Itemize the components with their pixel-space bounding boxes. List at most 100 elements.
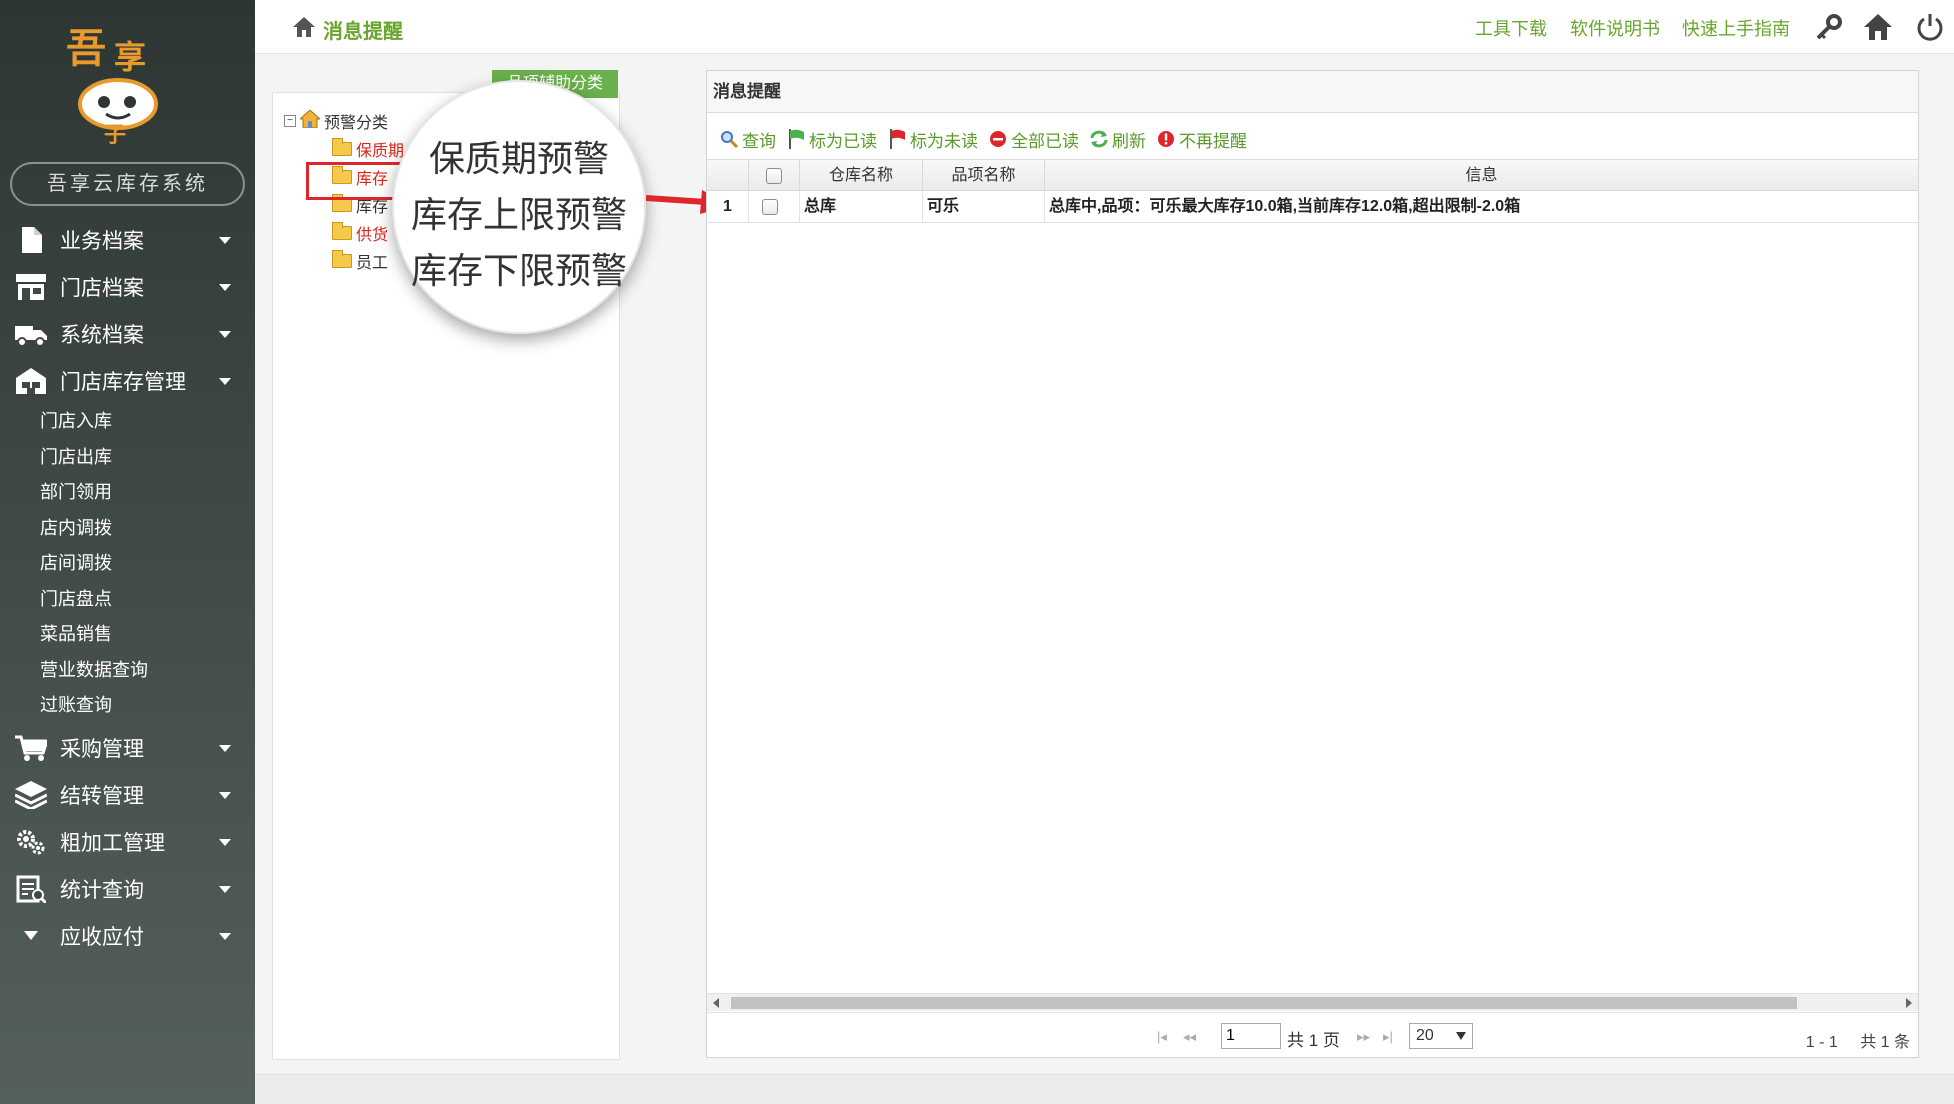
tree-node-label: 供货 <box>356 227 389 244</box>
menu-receivable-payable[interactable]: 应收应付 <box>0 913 255 959</box>
refresh-icon <box>1089 129 1109 149</box>
system-name: 吾享云库存系统 <box>10 162 245 206</box>
submenu-business-data-query[interactable]: 营业数据查询 <box>40 655 148 685</box>
svg-text:享: 享 <box>114 38 146 76</box>
dropdown-arrow-icon <box>1456 1032 1466 1040</box>
submenu-in-store-transfer[interactable]: 店内调拨 <box>40 513 112 543</box>
record-range: 1 - 1 <box>1805 1034 1838 1051</box>
scroll-right-icon[interactable] <box>1906 998 1912 1008</box>
scrollbar-thumb[interactable] <box>731 997 1797 1009</box>
menu-statistics[interactable]: 统计查询 <box>0 866 255 912</box>
grid-toolbar: 查询 标为已读 标为未读 全部已读 刷新 不再提醒 <box>719 125 1257 153</box>
mark-unread-button[interactable]: 标为未读 <box>887 127 978 152</box>
horizontal-scrollbar[interactable] <box>707 993 1918 1011</box>
chevron-down-icon <box>219 885 231 893</box>
menu-label: 系统档案 <box>60 324 144 347</box>
menu-label: 门店库存管理 <box>60 371 186 394</box>
sidebar: 吾 享 子 吾享云库存系统 业务档案 门店档案 系统档案 门店库存管理 门店入库… <box>0 0 255 1104</box>
last-page-icon[interactable]: ▸| <box>1383 1029 1393 1045</box>
refresh-label: 刷新 <box>1112 131 1146 151</box>
message-grid-panel: 消息提醒 查询 标为已读 标为未读 全部已读 刷新 不再提醒 仓库名称 品项名称… <box>706 70 1919 1058</box>
refresh-button[interactable]: 刷新 <box>1089 127 1146 152</box>
menu-label: 结转管理 <box>60 785 144 808</box>
folder-icon <box>332 222 352 240</box>
triangle-down-icon <box>14 921 48 951</box>
page-size-select[interactable]: 20 <box>1409 1023 1473 1049</box>
gears-icon <box>14 827 48 857</box>
tree-node-staff[interactable]: 员工 <box>332 249 388 273</box>
chevron-down-icon <box>219 377 231 385</box>
first-page-icon[interactable]: |◂ <box>1157 1029 1167 1045</box>
tree-node-supply[interactable]: 供货 <box>332 221 388 245</box>
no-more-remind-button[interactable]: 不再提醒 <box>1156 127 1247 152</box>
key-icon[interactable] <box>1812 10 1846 44</box>
query-button-label: 查询 <box>742 131 776 151</box>
power-icon[interactable] <box>1913 10 1947 44</box>
menu-business-archive[interactable]: 业务档案 <box>0 217 255 263</box>
tree-root-label: 预警分类 <box>324 115 389 132</box>
submenu-posting-query[interactable]: 过账查询 <box>40 690 112 720</box>
minus-circle-icon <box>988 129 1008 149</box>
green-flag-icon <box>786 129 806 149</box>
mark-unread-label: 标为未读 <box>910 131 978 151</box>
cart-icon <box>14 733 48 763</box>
home-icon[interactable] <box>1861 10 1895 44</box>
mark-all-read-button[interactable]: 全部已读 <box>988 127 1079 152</box>
grid-header: 仓库名称 品项名称 信息 <box>707 159 1918 192</box>
submenu-dept-requisition[interactable]: 部门领用 <box>40 477 112 507</box>
menu-purchase[interactable]: 采购管理 <box>0 725 255 771</box>
search-icon <box>719 129 739 149</box>
header-checkbox-cell <box>749 160 800 192</box>
menu-label: 统计查询 <box>60 879 144 902</box>
warehouse-icon <box>14 366 48 396</box>
menu-label: 采购管理 <box>60 738 144 761</box>
header-message[interactable]: 信息 <box>1045 160 1918 192</box>
header-rownum <box>707 160 749 192</box>
topbar: 消息提醒 工具下载 软件说明书 快速上手指南 <box>255 0 1954 54</box>
prev-page-icon[interactable]: ◂◂ <box>1183 1029 1196 1045</box>
tool-download-link[interactable]: 工具下载 <box>1475 15 1547 41</box>
menu-label: 门店档案 <box>60 277 144 300</box>
header-item[interactable]: 品项名称 <box>923 160 1045 192</box>
select-all-checkbox[interactable] <box>766 168 782 184</box>
query-button[interactable]: 查询 <box>719 127 776 152</box>
menu-label: 业务档案 <box>60 230 144 253</box>
submenu-inter-store-transfer[interactable]: 店间调拨 <box>40 548 112 578</box>
record-total: 共 1 条 <box>1860 1034 1910 1051</box>
layers-icon <box>14 780 48 810</box>
mark-read-button[interactable]: 标为已读 <box>786 127 877 152</box>
submenu-store-stocktake[interactable]: 门店盘点 <box>40 584 112 614</box>
header-warehouse[interactable]: 仓库名称 <box>800 160 923 192</box>
menu-store-inventory[interactable]: 门店库存管理 <box>0 358 255 404</box>
page-number-input[interactable] <box>1221 1023 1281 1049</box>
collapse-icon[interactable]: − <box>284 115 296 127</box>
submenu-store-outbound[interactable]: 门店出库 <box>40 442 112 472</box>
menu-label: 应收应付 <box>60 926 144 949</box>
software-manual-link[interactable]: 软件说明书 <box>1570 15 1660 41</box>
menu-carryover[interactable]: 结转管理 <box>0 772 255 818</box>
submenu-dish-sales[interactable]: 菜品销售 <box>40 619 112 649</box>
store-icon <box>14 272 48 302</box>
cell-warehouse: 总库 <box>800 191 923 223</box>
tree-root[interactable]: − 预警分类 <box>284 108 389 133</box>
folder-icon <box>332 138 352 156</box>
svg-text:吾: 吾 <box>66 26 106 72</box>
grid-title: 消息提醒 <box>707 71 1918 113</box>
callout-line-lower-limit: 库存下限预警 <box>410 251 627 292</box>
next-page-icon[interactable]: ▸▸ <box>1357 1029 1370 1045</box>
breadcrumb-current[interactable]: 消息提醒 <box>323 15 403 44</box>
tree-node-label: 员工 <box>356 255 389 272</box>
table-row[interactable]: 1 总库 可乐 总库中,品项：可乐最大库存10.0箱,当前库存12.0箱,超出限… <box>707 191 1918 223</box>
menu-system-archive[interactable]: 系统档案 <box>0 311 255 357</box>
no-more-remind-label: 不再提醒 <box>1179 131 1247 151</box>
page-size-value: 20 <box>1416 1027 1434 1044</box>
scroll-left-icon[interactable] <box>713 998 719 1008</box>
row-checkbox[interactable] <box>762 199 778 215</box>
menu-rough-processing[interactable]: 粗加工管理 <box>0 819 255 865</box>
total-pages: 共 1 页 <box>1287 1031 1340 1050</box>
submenu-store-inbound[interactable]: 门店入库 <box>40 406 112 436</box>
menu-label: 粗加工管理 <box>60 832 165 855</box>
pager-info: 1 - 1 共 1 条 <box>1806 1028 1910 1052</box>
quick-start-guide-link[interactable]: 快速上手指南 <box>1682 15 1790 41</box>
menu-store-archive[interactable]: 门店档案 <box>0 264 255 310</box>
